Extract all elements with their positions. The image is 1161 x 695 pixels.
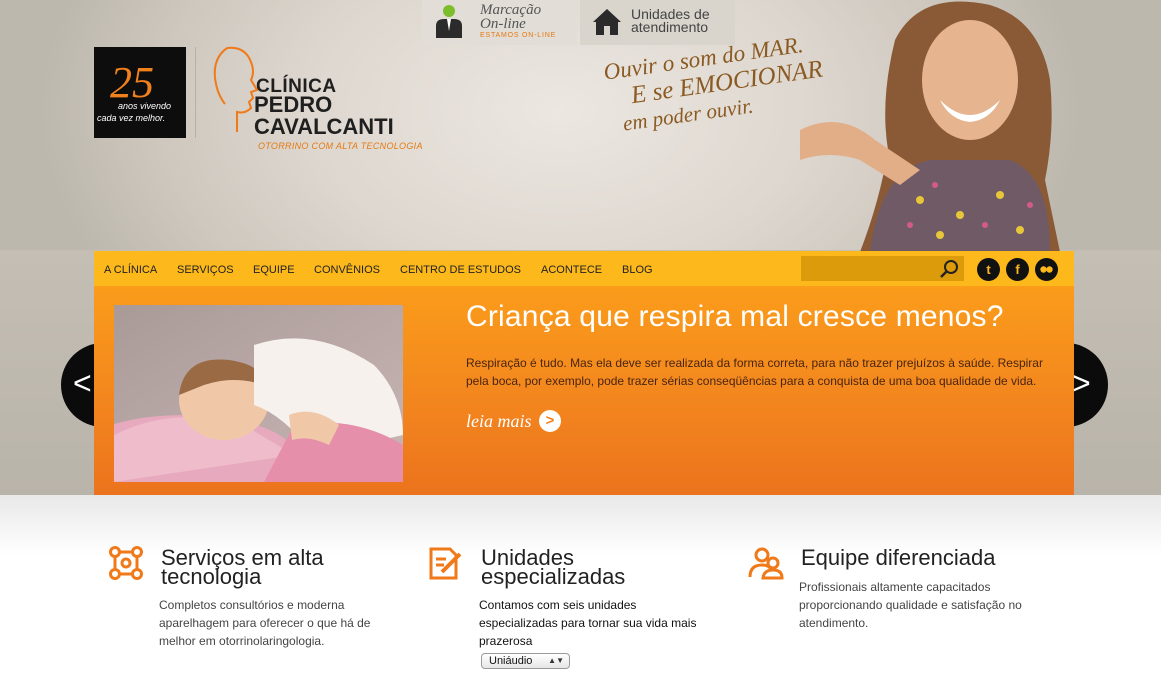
slide-title[interactable]: Criança que respira mal cresce menos? (466, 300, 1004, 334)
select-arrows-icon: ▲▼ (548, 656, 564, 665)
person-online-icon (436, 5, 462, 38)
nav-item-equipe[interactable]: EQUIPE (253, 264, 295, 276)
online-booking-tab[interactable]: Marcação On-line ESTAMOS ON-LINE (422, 0, 577, 45)
featured-slide: Criança que respira mal cresce menos? Re… (94, 286, 1074, 495)
slide-text: Respiração é tudo. Mas ela deve ser real… (466, 356, 1043, 388)
nav-item-blog[interactable]: BLOG (622, 264, 653, 276)
feature-units-text: Contamos com seis unidades especializada… (479, 598, 697, 648)
search-box (801, 256, 964, 281)
nav-item-centro-estudos[interactable]: CENTRO DE ESTUDOS (400, 264, 521, 276)
units-select-value: Uniáudio (489, 655, 533, 667)
facebook-icon[interactable]: f (1006, 258, 1029, 281)
locations-label-2: atendimento (631, 19, 709, 35)
logo-tagline: OTORRINO COM ALTA TECNOLOGIA (258, 141, 423, 151)
locations-tab[interactable]: Unidades de atendimento (580, 0, 735, 45)
feature-services-title-2: tecnologia (161, 564, 262, 589)
people-icon (748, 547, 784, 580)
read-more-arrow-icon[interactable]: > (539, 410, 561, 432)
hero-slogan: Ouvir o som do MAR. E se EMOCIONAR em po… (602, 30, 828, 138)
nav-item-clinica[interactable]: A CLÍNICA (104, 264, 157, 276)
anniversary-caption-2: cada vez melhor. (97, 113, 166, 123)
feature-units-title-2: especializadas (481, 564, 626, 589)
anniversary-caption-1: anos vivendo (118, 101, 172, 111)
search-icon[interactable] (938, 258, 960, 280)
nav-item-convenios[interactable]: CONVÊNIOS (314, 264, 380, 276)
booking-label-2: On-line (480, 16, 526, 32)
molecule-icon (109, 546, 143, 580)
feature-team-title: Equipe diferenciada (801, 545, 996, 570)
logo-pedro[interactable]: PEDRO (254, 94, 332, 116)
read-more-link[interactable]: leia mais (466, 411, 532, 432)
flickr-dots (1040, 266, 1053, 273)
logo-divider (195, 47, 196, 138)
logo-cavalcanti[interactable]: CAVALCANTI (254, 116, 394, 138)
units-select[interactable]: Uniáudio ▲▼ (481, 653, 570, 669)
online-status: ESTAMOS ON-LINE (480, 32, 557, 39)
booking-label-1: Marcação (480, 2, 542, 18)
feature-services-text: Completos consultórios e moderna aparelh… (159, 598, 371, 648)
main-nav: A CLÍNICA SERVIÇOS EQUIPE CONVÊNIOS CENT… (94, 251, 1074, 286)
flickr-icon[interactable] (1035, 258, 1058, 281)
twitter-icon[interactable]: t (977, 258, 1000, 281)
search-input[interactable] (805, 259, 937, 280)
anniversary-badge: 25 anos vivendo cada vez melhor. (94, 47, 186, 138)
document-edit-icon (429, 547, 462, 580)
nav-item-acontece[interactable]: ACONTECE (541, 264, 602, 276)
home-icon (593, 9, 621, 35)
nav-item-servicos[interactable]: SERVIÇOS (177, 264, 234, 276)
hero-woman-photo (800, 1, 1060, 252)
feature-team-text: Profissionais altamente capacitados prop… (799, 580, 1022, 630)
sleeping-child-photo (114, 305, 403, 482)
